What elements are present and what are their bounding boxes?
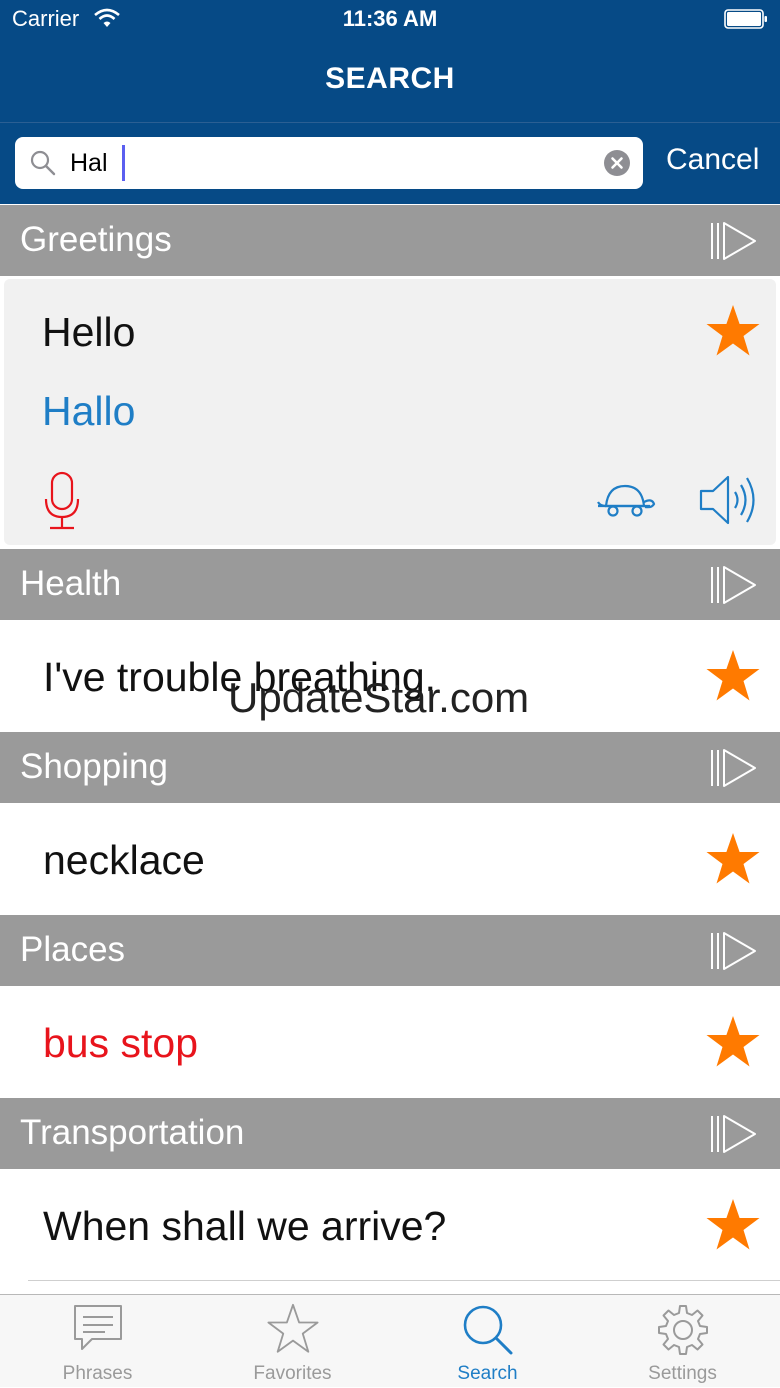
tab-label: Favorites: [253, 1363, 332, 1384]
tab-label: Phrases: [62, 1363, 133, 1384]
translation-text: Hallo: [42, 388, 136, 434]
row-divider: [28, 1280, 780, 1281]
play-all-icon[interactable]: [710, 931, 758, 971]
navigation-bar: SEARCH: [0, 40, 780, 122]
star-icon[interactable]: [704, 1014, 762, 1070]
phrase-row-shopping[interactable]: necklace: [0, 803, 780, 914]
tab-label: Settings: [648, 1363, 717, 1384]
clear-search-button[interactable]: [604, 150, 630, 176]
play-all-icon[interactable]: [710, 565, 758, 605]
star-icon[interactable]: [704, 648, 762, 704]
expanded-phrase-card[interactable]: Hello Hallo: [4, 279, 776, 545]
section-label: Shopping: [20, 747, 168, 786]
microphone-icon[interactable]: [44, 471, 80, 531]
section-header-places[interactable]: Places: [0, 915, 780, 986]
phrase-text: When shall we arrive?: [43, 1203, 447, 1249]
section-header-shopping[interactable]: Shopping: [0, 732, 780, 803]
battery-icon: [724, 9, 767, 29]
speaker-icon[interactable]: [698, 473, 760, 527]
search-icon: [463, 1305, 512, 1355]
section-header-health[interactable]: Health: [0, 549, 780, 620]
phrase-row-places[interactable]: bus stop: [0, 986, 780, 1097]
star-icon[interactable]: [704, 831, 762, 887]
phrase-text: necklace: [43, 837, 205, 883]
tab-favorites[interactable]: Favorites: [195, 1295, 390, 1388]
play-all-icon[interactable]: [710, 221, 758, 261]
cancel-button[interactable]: Cancel: [666, 143, 759, 177]
gear-icon: [657, 1305, 708, 1355]
section-label: Greetings: [20, 220, 172, 259]
tab-search[interactable]: Search: [390, 1295, 585, 1388]
tab-settings[interactable]: Settings: [585, 1295, 780, 1388]
phrase-row-transportation[interactable]: When shall we arrive?: [0, 1169, 780, 1280]
turtle-slow-speed-icon[interactable]: [594, 482, 656, 518]
section-label: Places: [20, 930, 126, 969]
speech-bubble-icon: [73, 1305, 122, 1350]
tab-phrases[interactable]: Phrases: [0, 1295, 195, 1388]
search-icon: [30, 150, 56, 176]
clear-icon: [611, 157, 623, 169]
star-outline-icon: [266, 1303, 319, 1353]
section-header-greetings[interactable]: Greetings: [0, 205, 780, 276]
phrase-text: bus stop: [43, 1020, 198, 1066]
search-query-text[interactable]: Hal: [70, 149, 108, 178]
star-icon[interactable]: [704, 1197, 762, 1253]
status-bar: Carrier 11:36 AM: [0, 0, 780, 40]
search-input[interactable]: Hal: [15, 137, 643, 189]
section-label: Health: [20, 564, 122, 603]
status-time: 11:36 AM: [342, 6, 438, 31]
play-all-icon[interactable]: [710, 1114, 758, 1154]
tab-bar: Phrases Favorites Search Settings: [0, 1294, 780, 1387]
section-header-transportation[interactable]: Transportation: [0, 1098, 780, 1169]
search-bar: Hal Cancel: [0, 122, 780, 204]
play-all-icon[interactable]: [710, 748, 758, 788]
watermark-text: UpdateStar.com: [228, 674, 530, 721]
phrase-text: Hello: [42, 309, 136, 355]
tab-label: Search: [457, 1363, 518, 1384]
page-title: SEARCH: [325, 62, 455, 95]
text-cursor: [122, 145, 125, 181]
section-label: Transportation: [20, 1113, 245, 1152]
star-icon[interactable]: [704, 303, 762, 359]
